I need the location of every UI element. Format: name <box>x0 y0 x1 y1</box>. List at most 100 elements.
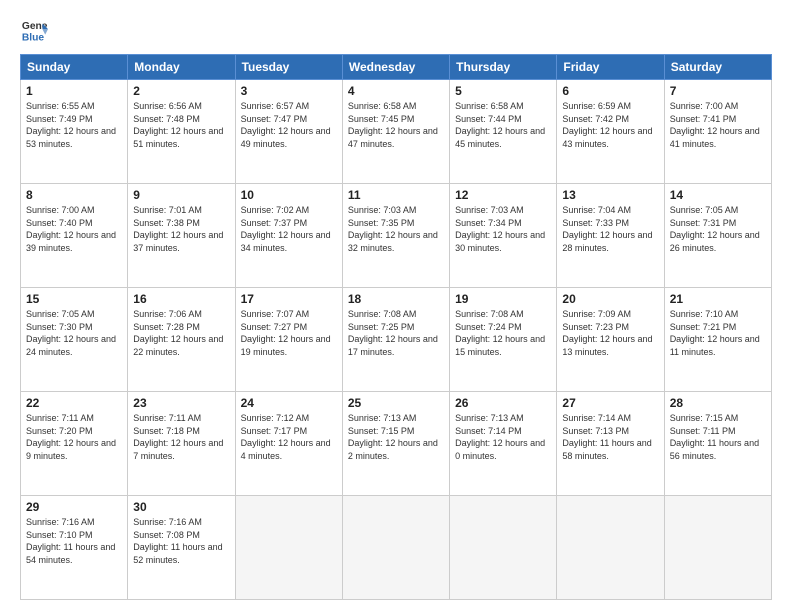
day-info: Sunrise: 7:02 AM Sunset: 7:37 PM Dayligh… <box>241 204 337 254</box>
calendar-cell: 25 Sunrise: 7:13 AM Sunset: 7:15 PM Dayl… <box>342 392 449 496</box>
calendar-header-sunday: Sunday <box>21 55 128 80</box>
day-number: 26 <box>455 396 551 410</box>
calendar-cell: 13 Sunrise: 7:04 AM Sunset: 7:33 PM Dayl… <box>557 184 664 288</box>
calendar-cell: 15 Sunrise: 7:05 AM Sunset: 7:30 PM Dayl… <box>21 288 128 392</box>
day-number: 2 <box>133 84 229 98</box>
day-number: 18 <box>348 292 444 306</box>
day-number: 13 <box>562 188 658 202</box>
calendar-cell <box>342 496 449 600</box>
day-number: 25 <box>348 396 444 410</box>
calendar-cell: 26 Sunrise: 7:13 AM Sunset: 7:14 PM Dayl… <box>450 392 557 496</box>
day-info: Sunrise: 7:03 AM Sunset: 7:35 PM Dayligh… <box>348 204 444 254</box>
calendar-cell: 14 Sunrise: 7:05 AM Sunset: 7:31 PM Dayl… <box>664 184 771 288</box>
day-number: 21 <box>670 292 766 306</box>
calendar-header-row: SundayMondayTuesdayWednesdayThursdayFrid… <box>21 55 772 80</box>
svg-text:Blue: Blue <box>22 32 45 43</box>
day-info: Sunrise: 7:04 AM Sunset: 7:33 PM Dayligh… <box>562 204 658 254</box>
day-info: Sunrise: 7:11 AM Sunset: 7:20 PM Dayligh… <box>26 412 122 462</box>
logo: General Blue <box>20 16 48 44</box>
day-info: Sunrise: 6:57 AM Sunset: 7:47 PM Dayligh… <box>241 100 337 150</box>
calendar-cell: 8 Sunrise: 7:00 AM Sunset: 7:40 PM Dayli… <box>21 184 128 288</box>
calendar-cell: 6 Sunrise: 6:59 AM Sunset: 7:42 PM Dayli… <box>557 80 664 184</box>
calendar-week-3: 15 Sunrise: 7:05 AM Sunset: 7:30 PM Dayl… <box>21 288 772 392</box>
day-info: Sunrise: 7:05 AM Sunset: 7:30 PM Dayligh… <box>26 308 122 358</box>
day-info: Sunrise: 7:10 AM Sunset: 7:21 PM Dayligh… <box>670 308 766 358</box>
day-number: 24 <box>241 396 337 410</box>
page: General Blue SundayMondayTuesdayWednesda… <box>0 0 792 612</box>
calendar-cell: 21 Sunrise: 7:10 AM Sunset: 7:21 PM Dayl… <box>664 288 771 392</box>
calendar-cell: 16 Sunrise: 7:06 AM Sunset: 7:28 PM Dayl… <box>128 288 235 392</box>
day-number: 1 <box>26 84 122 98</box>
calendar-cell: 27 Sunrise: 7:14 AM Sunset: 7:13 PM Dayl… <box>557 392 664 496</box>
calendar-cell: 22 Sunrise: 7:11 AM Sunset: 7:20 PM Dayl… <box>21 392 128 496</box>
calendar-cell <box>235 496 342 600</box>
calendar-header-friday: Friday <box>557 55 664 80</box>
day-info: Sunrise: 7:08 AM Sunset: 7:25 PM Dayligh… <box>348 308 444 358</box>
calendar-week-1: 1 Sunrise: 6:55 AM Sunset: 7:49 PM Dayli… <box>21 80 772 184</box>
calendar-cell: 19 Sunrise: 7:08 AM Sunset: 7:24 PM Dayl… <box>450 288 557 392</box>
calendar-cell: 23 Sunrise: 7:11 AM Sunset: 7:18 PM Dayl… <box>128 392 235 496</box>
day-info: Sunrise: 6:56 AM Sunset: 7:48 PM Dayligh… <box>133 100 229 150</box>
day-info: Sunrise: 7:00 AM Sunset: 7:41 PM Dayligh… <box>670 100 766 150</box>
day-number: 29 <box>26 500 122 514</box>
day-number: 4 <box>348 84 444 98</box>
logo-icon: General Blue <box>20 16 48 44</box>
calendar-cell: 12 Sunrise: 7:03 AM Sunset: 7:34 PM Dayl… <box>450 184 557 288</box>
day-number: 14 <box>670 188 766 202</box>
day-info: Sunrise: 7:09 AM Sunset: 7:23 PM Dayligh… <box>562 308 658 358</box>
day-info: Sunrise: 7:15 AM Sunset: 7:11 PM Dayligh… <box>670 412 766 462</box>
day-number: 11 <box>348 188 444 202</box>
day-info: Sunrise: 7:14 AM Sunset: 7:13 PM Dayligh… <box>562 412 658 462</box>
day-number: 27 <box>562 396 658 410</box>
day-info: Sunrise: 6:55 AM Sunset: 7:49 PM Dayligh… <box>26 100 122 150</box>
day-info: Sunrise: 7:03 AM Sunset: 7:34 PM Dayligh… <box>455 204 551 254</box>
day-info: Sunrise: 7:01 AM Sunset: 7:38 PM Dayligh… <box>133 204 229 254</box>
day-number: 7 <box>670 84 766 98</box>
day-number: 10 <box>241 188 337 202</box>
calendar-cell: 3 Sunrise: 6:57 AM Sunset: 7:47 PM Dayli… <box>235 80 342 184</box>
calendar-cell: 30 Sunrise: 7:16 AM Sunset: 7:08 PM Dayl… <box>128 496 235 600</box>
calendar-cell: 5 Sunrise: 6:58 AM Sunset: 7:44 PM Dayli… <box>450 80 557 184</box>
calendar-header-saturday: Saturday <box>664 55 771 80</box>
day-info: Sunrise: 7:16 AM Sunset: 7:08 PM Dayligh… <box>133 516 229 566</box>
day-number: 15 <box>26 292 122 306</box>
calendar-table: SundayMondayTuesdayWednesdayThursdayFrid… <box>20 54 772 600</box>
day-number: 8 <box>26 188 122 202</box>
calendar-cell: 11 Sunrise: 7:03 AM Sunset: 7:35 PM Dayl… <box>342 184 449 288</box>
calendar-header-wednesday: Wednesday <box>342 55 449 80</box>
day-number: 17 <box>241 292 337 306</box>
day-info: Sunrise: 6:59 AM Sunset: 7:42 PM Dayligh… <box>562 100 658 150</box>
day-info: Sunrise: 7:06 AM Sunset: 7:28 PM Dayligh… <box>133 308 229 358</box>
day-info: Sunrise: 7:08 AM Sunset: 7:24 PM Dayligh… <box>455 308 551 358</box>
day-number: 12 <box>455 188 551 202</box>
calendar-cell: 4 Sunrise: 6:58 AM Sunset: 7:45 PM Dayli… <box>342 80 449 184</box>
calendar-header-tuesday: Tuesday <box>235 55 342 80</box>
day-number: 22 <box>26 396 122 410</box>
calendar-cell <box>557 496 664 600</box>
calendar-week-5: 29 Sunrise: 7:16 AM Sunset: 7:10 PM Dayl… <box>21 496 772 600</box>
day-number: 9 <box>133 188 229 202</box>
day-info: Sunrise: 7:13 AM Sunset: 7:15 PM Dayligh… <box>348 412 444 462</box>
calendar-week-2: 8 Sunrise: 7:00 AM Sunset: 7:40 PM Dayli… <box>21 184 772 288</box>
day-number: 5 <box>455 84 551 98</box>
day-info: Sunrise: 6:58 AM Sunset: 7:44 PM Dayligh… <box>455 100 551 150</box>
day-number: 16 <box>133 292 229 306</box>
header: General Blue <box>20 16 772 44</box>
day-info: Sunrise: 7:07 AM Sunset: 7:27 PM Dayligh… <box>241 308 337 358</box>
calendar-cell: 17 Sunrise: 7:07 AM Sunset: 7:27 PM Dayl… <box>235 288 342 392</box>
calendar-cell: 1 Sunrise: 6:55 AM Sunset: 7:49 PM Dayli… <box>21 80 128 184</box>
calendar-cell: 18 Sunrise: 7:08 AM Sunset: 7:25 PM Dayl… <box>342 288 449 392</box>
calendar-header-thursday: Thursday <box>450 55 557 80</box>
day-number: 28 <box>670 396 766 410</box>
day-number: 30 <box>133 500 229 514</box>
day-number: 3 <box>241 84 337 98</box>
day-info: Sunrise: 7:13 AM Sunset: 7:14 PM Dayligh… <box>455 412 551 462</box>
calendar-header-monday: Monday <box>128 55 235 80</box>
calendar-cell: 29 Sunrise: 7:16 AM Sunset: 7:10 PM Dayl… <box>21 496 128 600</box>
day-number: 20 <box>562 292 658 306</box>
day-info: Sunrise: 7:11 AM Sunset: 7:18 PM Dayligh… <box>133 412 229 462</box>
day-info: Sunrise: 6:58 AM Sunset: 7:45 PM Dayligh… <box>348 100 444 150</box>
day-info: Sunrise: 7:05 AM Sunset: 7:31 PM Dayligh… <box>670 204 766 254</box>
calendar-cell <box>450 496 557 600</box>
day-number: 6 <box>562 84 658 98</box>
